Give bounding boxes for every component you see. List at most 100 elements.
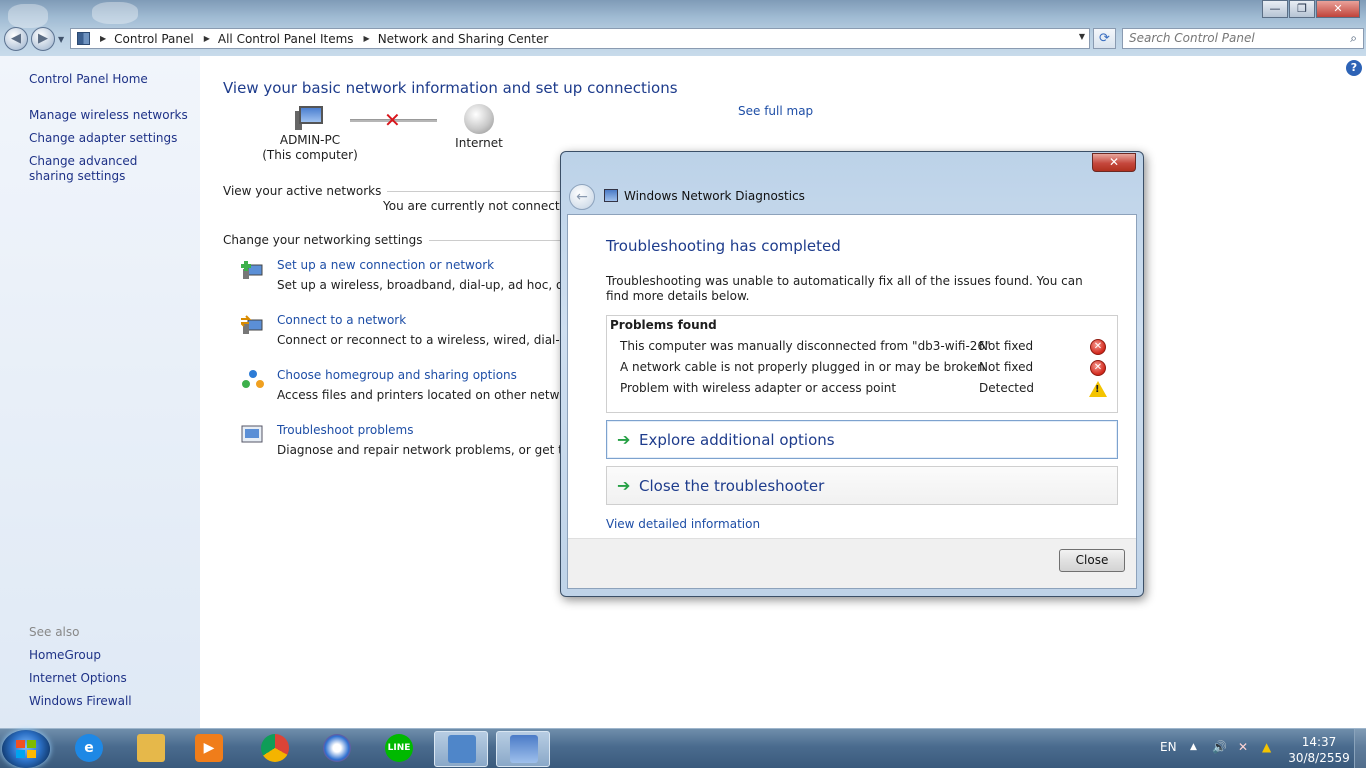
green-arrow-icon: ➔: [617, 476, 631, 495]
clock-time: 14:37: [1301, 735, 1337, 749]
control-panel-home-link[interactable]: Control Panel Home: [29, 72, 148, 87]
problem-row: A network cable is not properly plugged …: [620, 360, 1115, 378]
dialog-back-button[interactable]: ←: [569, 184, 595, 210]
help-icon[interactable]: ?: [1346, 60, 1362, 76]
problem-row: Problem with wireless adapter or access …: [620, 381, 1115, 399]
close-window-button[interactable]: ✕: [1316, 0, 1360, 18]
problem-status: Not fixed: [979, 339, 1034, 353]
manage-wireless-link[interactable]: Manage wireless networks: [29, 108, 188, 123]
taskbar-media-player[interactable]: ▶: [182, 731, 236, 767]
connect-network-desc: Connect or reconnect to a wireless, wire…: [277, 333, 595, 347]
language-indicator[interactable]: EN: [1160, 740, 1177, 754]
new-connection-icon: [241, 261, 263, 279]
troubleshoot-desc: Diagnose and repair network problems, or…: [277, 443, 601, 457]
line-icon: LINE: [385, 734, 413, 762]
networking-settings-heading: Change your networking settings: [223, 233, 429, 247]
taskbar-explorer[interactable]: [124, 731, 178, 767]
recent-pages-dropdown[interactable]: ▼: [58, 35, 64, 44]
window-chrome: — ❐ ✕ ◀ ▶ ▼ ▶ Control Panel ▶ All Contro…: [0, 0, 1366, 56]
taskbar-diagnostics[interactable]: [496, 731, 550, 767]
disconnected-x-icon[interactable]: ✕: [384, 108, 401, 132]
network-error-icon[interactable]: ✕: [1238, 740, 1248, 754]
view-detailed-info-link[interactable]: View detailed information: [606, 517, 760, 531]
show-desktop-button[interactable]: [1354, 729, 1366, 768]
search-input[interactable]: Search Control Panel ⌕: [1122, 28, 1364, 49]
homegroup-link[interactable]: HomeGroup: [29, 648, 101, 663]
maximize-button[interactable]: ❐: [1289, 0, 1315, 18]
warning-icon: !: [1089, 381, 1107, 397]
search-icon[interactable]: ⌕: [1350, 31, 1357, 46]
refresh-button[interactable]: ⟳: [1093, 28, 1116, 49]
search-placeholder: Search Control Panel: [1129, 31, 1255, 45]
explore-options-label: Explore additional options: [639, 431, 835, 449]
problems-found-header: Problems found: [610, 318, 717, 332]
taskbar-app[interactable]: [310, 731, 364, 767]
dialog-close-x-button[interactable]: ✕: [1092, 153, 1136, 172]
breadcrumb-all-items[interactable]: All Control Panel Items: [218, 32, 354, 46]
taskbar-ie[interactable]: e: [62, 731, 116, 767]
internet-node[interactable]: Internet: [444, 104, 514, 151]
homegroup-options-desc: Access files and printers located on oth…: [277, 388, 604, 402]
this-computer-node[interactable]: ADMIN-PC (This computer): [262, 106, 358, 163]
volume-icon[interactable]: 🔊: [1212, 740, 1227, 754]
taskbar-line[interactable]: LINE: [372, 731, 426, 767]
computer-name: ADMIN-PC: [279, 133, 341, 147]
windows-firewall-link[interactable]: Windows Firewall: [29, 694, 132, 709]
folder-icon: [137, 734, 165, 762]
error-icon: ✕: [1090, 360, 1106, 376]
see-full-map-link[interactable]: See full map: [738, 104, 813, 118]
active-networks-heading: View your active networks: [223, 184, 388, 198]
not-connected-text: You are currently not connected t: [383, 199, 584, 213]
explore-options-button[interactable]: ➔ Explore additional options: [606, 420, 1118, 459]
show-hidden-icons[interactable]: ▲: [1190, 742, 1197, 752]
see-also-label: See also: [29, 625, 80, 639]
back-button[interactable]: ◀: [4, 27, 28, 51]
problem-status: Detected: [979, 381, 1035, 395]
chrome-icon: [261, 734, 289, 762]
dialog-footer: Close: [568, 538, 1136, 588]
taskbar: e ▶ LINE EN ▲ 🔊 ✕ ▲ 14:37 30/8/2559: [0, 728, 1366, 768]
breadcrumb-arrow-icon[interactable]: ▶: [100, 34, 106, 43]
network-diagnostics-dialog: ✕ ← Windows Network Diagnostics Troubles…: [560, 151, 1144, 597]
breadcrumb-arrow-icon[interactable]: ▶: [364, 34, 370, 43]
troubleshoot-link[interactable]: Troubleshoot problems: [277, 423, 413, 437]
clock[interactable]: 14:37 30/8/2559: [1288, 734, 1350, 766]
setup-connection-link[interactable]: Set up a new connection or network: [277, 258, 494, 272]
breadcrumb-arrow-icon[interactable]: ▶: [204, 34, 210, 43]
internet-label: Internet: [455, 136, 503, 150]
close-troubleshooter-label: Close the troubleshooter: [639, 477, 825, 495]
change-adapter-link[interactable]: Change adapter settings: [29, 131, 177, 146]
minimize-button[interactable]: —: [1262, 0, 1288, 18]
close-button[interactable]: Close: [1059, 549, 1125, 572]
address-bar[interactable]: ▶ Control Panel ▶ All Control Panel Item…: [70, 28, 1090, 49]
problem-text: Problem with wireless adapter or access …: [620, 381, 897, 395]
taskbar-chrome[interactable]: [248, 731, 302, 767]
start-button[interactable]: [2, 730, 50, 768]
wireless-warning-icon[interactable]: ▲: [1262, 740, 1271, 754]
problem-status: Not fixed: [979, 360, 1034, 374]
close-troubleshooter-button[interactable]: ➔ Close the troubleshooter: [606, 466, 1118, 505]
homegroup-options-link[interactable]: Choose homegroup and sharing options: [277, 368, 517, 382]
control-panel-icon: [448, 735, 476, 763]
internet-explorer-icon: e: [75, 734, 103, 762]
divider: [360, 191, 560, 192]
breadcrumb-network-center[interactable]: Network and Sharing Center: [378, 32, 549, 46]
connect-network-link[interactable]: Connect to a network: [277, 313, 406, 327]
taskbar-control-panel[interactable]: [434, 731, 488, 767]
advanced-sharing-link[interactable]: Change advanced sharing settings: [29, 154, 179, 184]
dialog-body: Troubleshooting has completed Troublesho…: [567, 214, 1137, 589]
address-dropdown-icon[interactable]: ▼: [1079, 32, 1085, 41]
clock-date: 30/8/2559: [1288, 751, 1350, 765]
globe-icon: [464, 104, 494, 134]
breadcrumb-control-panel[interactable]: Control Panel: [114, 32, 194, 46]
forward-button[interactable]: ▶: [31, 27, 55, 51]
background-decoration: [8, 4, 48, 28]
left-navigation-pane: Control Panel Home Manage wireless netwo…: [0, 56, 200, 728]
dialog-description: Troubleshooting was unable to automatica…: [606, 274, 1083, 303]
internet-options-link[interactable]: Internet Options: [29, 671, 127, 686]
computer-subtitle: (This computer): [262, 148, 358, 162]
page-title: View your basic network information and …: [223, 79, 678, 97]
diagnostics-app-icon: [604, 189, 618, 202]
dialog-title: Windows Network Diagnostics: [624, 189, 805, 203]
troubleshoot-icon: [241, 425, 263, 443]
